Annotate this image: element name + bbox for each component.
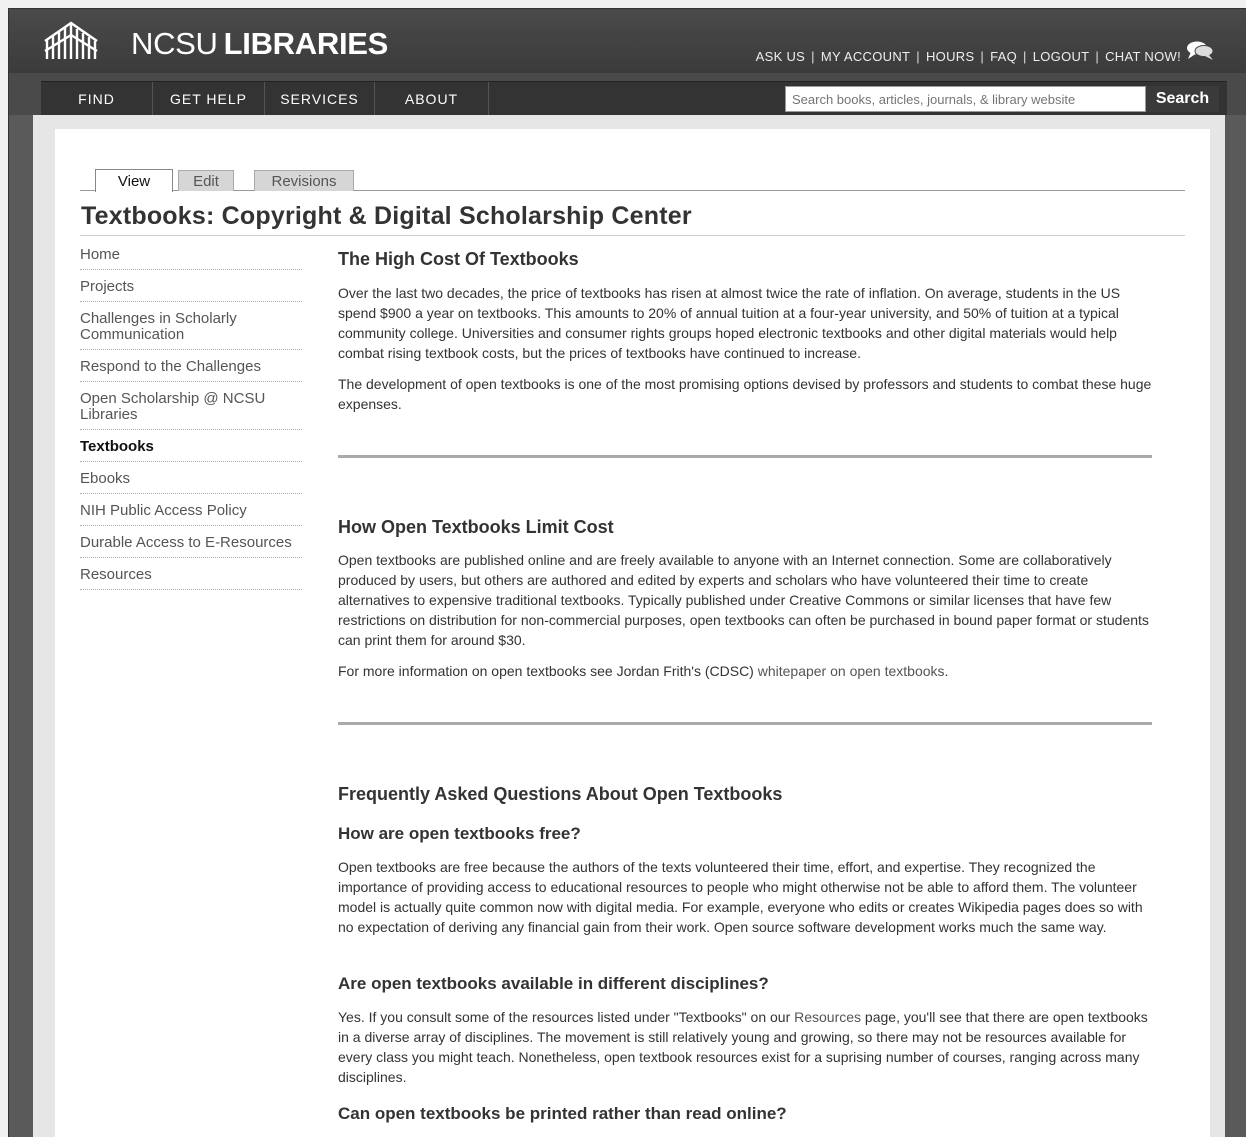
page-title: Textbooks: Copyright & Digital Scholarsh… [81, 202, 692, 230]
utility-separator: | [1023, 49, 1027, 64]
main-nav: FIND GET HELP SERVICES ABOUT Search [41, 81, 1227, 116]
paragraph: For more information on open textbooks s… [338, 663, 949, 679]
faq-question: How are open textbooks free? [338, 824, 581, 843]
sidebar-item-open-scholarship[interactable]: Open Scholarship @ NCSU Libraries [80, 391, 302, 430]
paragraph: Over the last two decades, the price of … [338, 285, 1121, 361]
section-heading: The High Cost Of Textbooks [338, 249, 579, 269]
my-account-link[interactable]: MY ACCOUNT [821, 49, 910, 64]
utility-separator: | [980, 49, 985, 64]
faq-answer: Yes. If you consult some of the resource… [338, 1009, 1148, 1085]
sidebar-nav: Home Projects Challenges in Scholarly Co… [80, 247, 302, 599]
utility-separator: | [1095, 49, 1100, 64]
hours-link[interactable]: HOURS [926, 49, 974, 64]
resources-link[interactable]: Resources [794, 1009, 861, 1025]
sidebar-item-nih-policy[interactable]: NIH Public Access Policy [80, 503, 302, 526]
faq-link[interactable]: FAQ [990, 49, 1017, 64]
sidebar-item-projects[interactable]: Projects [80, 279, 302, 302]
tab-edit[interactable]: Edit [178, 170, 234, 191]
sidebar-item-challenges[interactable]: Challenges in Scholarly Communication [80, 311, 302, 350]
section-heading: Frequently Asked Questions About Open Te… [338, 784, 783, 804]
content-area: View Edit Revisions Textbooks: Copyright… [55, 129, 1210, 1137]
logo-text: NCSU LIBRARIES [131, 26, 389, 61]
title-divider [80, 235, 1185, 236]
library-building-icon [44, 21, 98, 59]
logout-link[interactable]: LOGOUT [1033, 49, 1090, 64]
nav-services[interactable]: SERVICES [265, 82, 375, 116]
tab-view[interactable]: View [95, 169, 173, 192]
sidebar-item-resources[interactable]: Resources [80, 567, 302, 590]
tab-revisions[interactable]: Revisions [254, 170, 354, 191]
nav-get-help[interactable]: GET HELP [153, 82, 265, 116]
section-heading: How Open Textbooks Limit Cost [338, 517, 614, 537]
ask-us-link[interactable]: ASK US [756, 49, 805, 64]
paragraph: The development of open textbooks is one… [338, 376, 1152, 412]
site-header: NCSU LIBRARIES ASK US | MY ACCOUNT | HOUR… [9, 9, 1246, 73]
sidebar-item-respond[interactable]: Respond to the Challenges [80, 359, 302, 382]
sidebar-item-ebooks[interactable]: Ebooks [80, 471, 302, 494]
utility-links: ASK US | MY ACCOUNT | HOURS | FAQ | LOGO… [756, 41, 1215, 64]
ncsu-libraries-logo[interactable]: NCSU LIBRARIES [43, 21, 388, 61]
search-button[interactable]: Search [1146, 86, 1219, 112]
faq-answer: Open textbooks are free because the auth… [338, 859, 1143, 935]
page-wrapper: View Edit Revisions Textbooks: Copyright… [33, 115, 1225, 1137]
browser-frame: NCSU LIBRARIES ASK US | MY ACCOUNT | HOUR… [8, 8, 1246, 1137]
sidebar-item-home[interactable]: Home [80, 247, 302, 270]
page-tabs: View Edit Revisions [80, 169, 1185, 192]
chat-now-link[interactable]: CHAT NOW! [1105, 49, 1181, 64]
sidebar-item-textbooks[interactable]: Textbooks [80, 439, 302, 462]
chat-bubble-icon[interactable] [1185, 39, 1215, 61]
faq-question: Can open textbooks be printed rather tha… [338, 1104, 787, 1123]
nav-find[interactable]: FIND [41, 82, 153, 116]
paragraph: Open textbooks are published online and … [338, 552, 1149, 648]
sidebar-item-durable-access[interactable]: Durable Access to E-Resources [80, 535, 302, 558]
utility-separator: | [811, 49, 815, 64]
search-input[interactable] [785, 86, 1146, 112]
whitepaper-link[interactable]: whitepaper on open textbooks [758, 663, 945, 679]
faq-question: Are open textbooks available in differen… [338, 974, 769, 993]
nav-about[interactable]: ABOUT [375, 82, 489, 116]
section-divider [338, 722, 1152, 725]
utility-separator: | [916, 49, 920, 64]
section-divider [338, 455, 1152, 458]
